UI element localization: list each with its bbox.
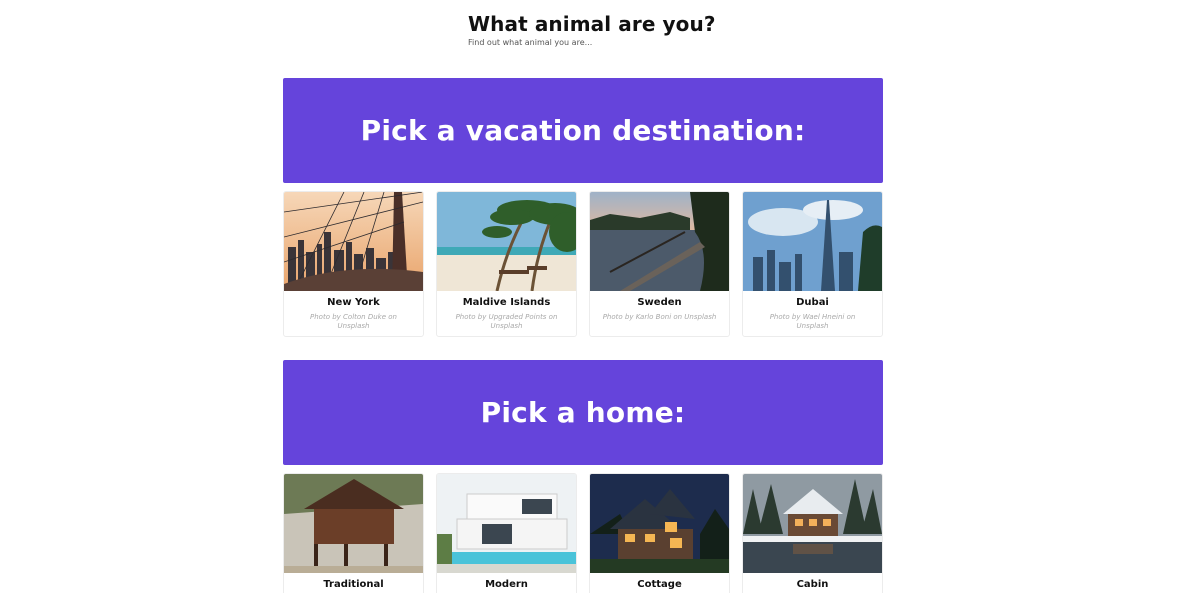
option-label: Dubai [796, 297, 829, 308]
option-label: Sweden [637, 297, 682, 308]
option-maldive-islands[interactable]: Maldive Islands Photo by Upgraded Points… [436, 191, 577, 337]
question-banner: Pick a home: [283, 360, 883, 465]
option-label: Cabin [796, 579, 829, 590]
sweden-photo [590, 192, 729, 291]
option-label: New York [327, 297, 380, 308]
page-subtitle: Find out what animal you are... [468, 38, 593, 47]
new-york-photo [284, 192, 423, 291]
question-banner: Pick a vacation destination: [283, 78, 883, 183]
photo-credit: Photo by Karlo Boni on Unsplash [602, 313, 717, 321]
question-home: Pick a home: Traditional Modern Cottage … [283, 360, 883, 593]
cabin-photo [743, 474, 882, 573]
option-cabin[interactable]: Cabin [742, 473, 883, 593]
option-traditional[interactable]: Traditional [283, 473, 424, 593]
traditional-photo [284, 474, 423, 573]
modern-photo [437, 474, 576, 573]
question-vacation: Pick a vacation destination: New York Ph… [283, 78, 883, 338]
option-label: Cottage [637, 579, 682, 590]
maldive-islands-photo [437, 192, 576, 291]
option-cottage[interactable]: Cottage [589, 473, 730, 593]
photo-credit: Photo by Wael Hneini on Unsplash [769, 313, 856, 330]
quiz-header: What animal are you? Find out what anima… [468, 11, 728, 48]
page-title: What animal are you? [468, 12, 716, 36]
option-dubai[interactable]: Dubai Photo by Wael Hneini on Unsplash [742, 191, 883, 337]
option-label: Maldive Islands [462, 297, 551, 308]
dubai-photo [743, 192, 882, 291]
photo-credit: Photo by Upgraded Points on Unsplash [455, 313, 558, 330]
photo-credit: Photo by Colton Duke on Unsplash [310, 313, 397, 330]
option-modern[interactable]: Modern [436, 473, 577, 593]
answer-options: Traditional Modern Cottage Cabin [283, 473, 883, 593]
question-title: Pick a home: [480, 396, 686, 429]
option-sweden[interactable]: Sweden Photo by Karlo Boni on Unsplash [589, 191, 730, 337]
option-label: Traditional [323, 579, 384, 590]
question-title: Pick a vacation destination: [360, 114, 806, 147]
option-new-york[interactable]: New York Photo by Colton Duke on Unsplas… [283, 191, 424, 337]
option-label: Modern [485, 579, 528, 590]
answer-options: New York Photo by Colton Duke on Unsplas… [283, 191, 883, 338]
cottage-photo [590, 474, 729, 573]
